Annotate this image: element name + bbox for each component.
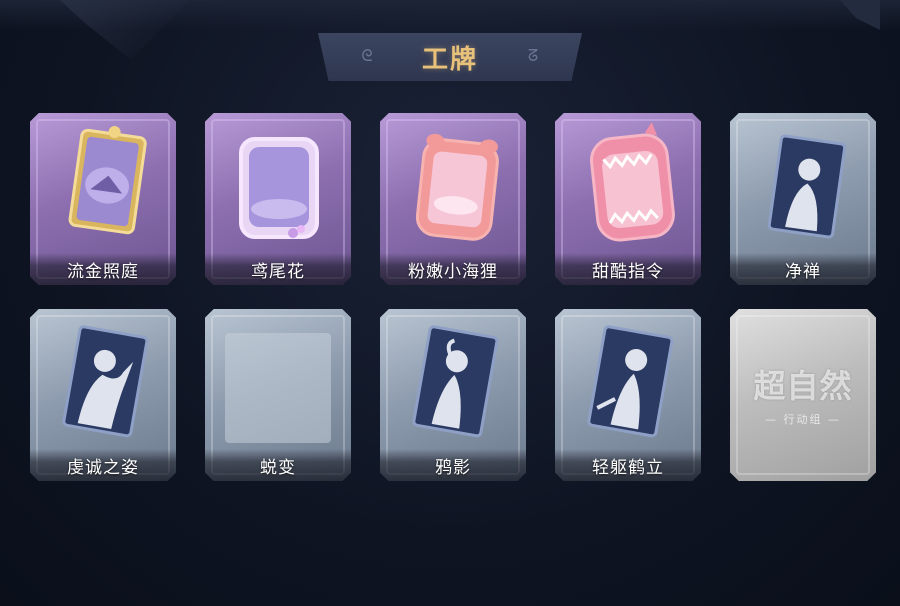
badge-card-8[interactable]: 鸦影	[380, 309, 526, 481]
badge-label: 流金照庭	[67, 261, 139, 282]
badge-label: 粉嫩小海狸	[408, 261, 498, 282]
badge-card-7[interactable]: 蜕变	[205, 309, 351, 481]
watermark-main: 超自然	[753, 367, 853, 405]
page-title: 工牌	[421, 44, 478, 75]
top-decoration	[0, 0, 900, 30]
watermark-logo: 超自然 — 行动组 —	[742, 361, 864, 427]
watermark-sub: — 行动组 —	[765, 413, 841, 426]
shark-mouth-badge-icon	[590, 122, 675, 242]
blank-badge-icon	[225, 333, 331, 443]
silhouette-badge-icon	[767, 134, 847, 239]
badge-card-3[interactable]: 粉嫩小海狸	[380, 113, 526, 285]
badge-card-5[interactable]: 净禅	[730, 113, 876, 285]
badge-card-6[interactable]: 虔诚之姿	[30, 309, 176, 481]
badge-card-4[interactable]: 甜酷指令	[555, 113, 701, 285]
pink-beaver-badge-icon	[415, 133, 499, 241]
silhouette-badge-icon	[62, 325, 149, 438]
golden-frame-badge-icon	[68, 126, 147, 235]
badge-label: 蜕变	[260, 457, 296, 478]
title-banner: ᘓ 工牌 ᘔ	[318, 33, 582, 81]
badge-label: 净禅	[785, 261, 821, 282]
badge-card-10[interactable]: 超自然 — 行动组 —	[730, 309, 876, 481]
badge-label: 鸢尾花	[251, 261, 305, 282]
badge-card-2[interactable]: 鸢尾花	[205, 113, 351, 285]
silhouette-badge-icon	[587, 325, 674, 438]
ornament-right-icon: ᘔ	[527, 46, 539, 65]
badge-label: 虔诚之姿	[67, 457, 139, 478]
badge-label: 轻躯鹤立	[592, 457, 664, 478]
iris-badge-icon	[239, 137, 319, 239]
badge-card-1[interactable]: 流金照庭	[30, 113, 176, 285]
silhouette-badge-icon	[412, 325, 499, 438]
ornament-left-icon: ᘓ	[361, 46, 373, 65]
badge-card-9[interactable]: 轻躯鹤立	[555, 309, 701, 481]
badge-grid: 流金照庭 鸢尾花 粉嫩小海狸 甜酷指令 净禅 虔诚之姿 蜕变 鸦影 轻躯鹤立 超…	[30, 113, 876, 481]
badge-label: 鸦影	[435, 457, 471, 478]
badge-label: 甜酷指令	[592, 261, 664, 282]
